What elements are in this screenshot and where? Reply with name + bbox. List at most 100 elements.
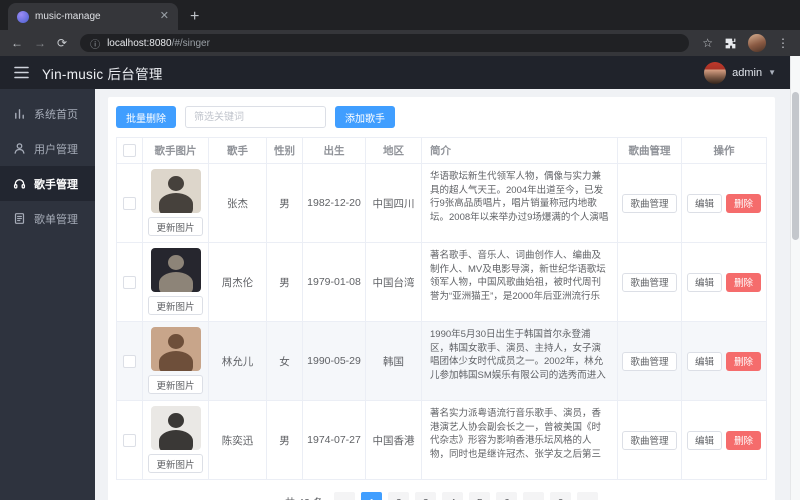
- row-checkbox[interactable]: [123, 275, 136, 289]
- user-icon: [14, 143, 25, 154]
- page-button-5[interactable]: 5: [469, 492, 491, 500]
- header-photo: 歌手图片: [143, 138, 209, 163]
- sidebar-item-singers[interactable]: 歌手管理: [0, 166, 95, 201]
- update-image-button[interactable]: 更新图片: [148, 375, 203, 394]
- page-button-2[interactable]: 2: [388, 492, 410, 500]
- chevron-left-icon: ‹: [343, 495, 347, 500]
- extensions-icon[interactable]: [724, 37, 737, 50]
- headset-icon: [13, 179, 26, 189]
- song-manage-button[interactable]: 歌曲管理: [622, 193, 677, 213]
- sidebar-item-label: 系统首页: [34, 108, 78, 121]
- browser-menu-icon[interactable]: ⋮: [777, 37, 789, 49]
- header-name: 歌手: [209, 138, 267, 163]
- page-button-3[interactable]: 3: [415, 492, 437, 500]
- batch-delete-button[interactable]: 批量删除: [116, 106, 176, 128]
- delete-button[interactable]: 删除: [726, 430, 762, 450]
- singer-birth: 1974-07-27: [303, 401, 366, 479]
- tab-close-icon[interactable]: ✕: [160, 11, 169, 22]
- browser-tab[interactable]: music-manage ✕: [8, 3, 178, 30]
- song-manage-button[interactable]: 歌曲管理: [622, 430, 677, 450]
- delete-button[interactable]: 删除: [726, 193, 762, 213]
- prev-page-button[interactable]: ‹: [334, 492, 356, 500]
- singer-name: 张杰: [209, 164, 267, 242]
- singer-birth: 1990-05-29: [303, 322, 366, 400]
- sidebar-item-home[interactable]: 系统首页: [0, 96, 95, 131]
- delete-button[interactable]: 删除: [726, 272, 762, 292]
- singer-name: 陈奕迅: [209, 401, 267, 479]
- header-gender: 性别: [267, 138, 303, 163]
- singer-region: 中国四川: [366, 164, 422, 242]
- add-singer-button[interactable]: 添加歌手: [335, 106, 395, 128]
- singer-name: 周杰伦: [209, 243, 267, 321]
- header-ops: 操作: [682, 138, 766, 163]
- reload-icon[interactable]: ⟳: [57, 37, 67, 49]
- row-checkbox[interactable]: [123, 354, 136, 368]
- singer-card: 批量删除 添加歌手 歌手图片 歌手 性别 出生 地区 简介: [108, 97, 775, 500]
- sidebar-item-playlists[interactable]: 歌单管理: [0, 201, 95, 236]
- sidebar-item-label: 用户管理: [34, 143, 78, 156]
- singer-name: 林允儿: [209, 322, 267, 400]
- singer-intro: 华语歌坛新生代领军人物，偶像与实力兼具的超人气天王。2004年出道至今，已发行9…: [430, 171, 609, 223]
- table-row: 更新图片 陈奕迅 男 1974-07-27 中国香港 著名实力派粤语流行音乐歌手…: [117, 401, 766, 479]
- edit-button[interactable]: 编辑: [686, 430, 722, 450]
- more-pages-button[interactable]: •••: [523, 492, 545, 500]
- select-all-checkbox[interactable]: [123, 144, 136, 157]
- table-row: 更新图片 张杰 男 1982-12-20 中国四川 华语歌坛新生代领军人物，偶像…: [117, 164, 766, 243]
- singer-photo: [150, 406, 201, 450]
- bookmark-star-icon[interactable]: ☆: [702, 37, 713, 49]
- chevron-down-icon: ▼: [768, 68, 776, 77]
- scrollbar-thumb[interactable]: [792, 92, 799, 240]
- new-tab-button[interactable]: +: [190, 9, 199, 25]
- update-image-button[interactable]: 更新图片: [148, 296, 203, 315]
- singer-intro: 1990年5月30日出生于韩国首尔永登浦区，韩国女歌手、演员、主持人，女子演唱团…: [430, 329, 606, 381]
- site-favicon: [17, 10, 29, 23]
- singer-photo: [150, 327, 201, 371]
- singer-birth: 1982-12-20: [303, 164, 366, 242]
- user-menu[interactable]: admin ▼: [704, 61, 776, 84]
- sidebar-item-users[interactable]: 用户管理: [0, 131, 95, 166]
- back-icon[interactable]: ←: [11, 37, 23, 49]
- pagination-total: 共 42 条: [285, 495, 324, 500]
- browser-profile-avatar[interactable]: [748, 34, 766, 52]
- app-header: Yin-music 后台管理 admin ▼: [0, 56, 790, 89]
- app-title: Yin-music 后台管理: [42, 66, 163, 82]
- search-input[interactable]: [185, 106, 326, 128]
- url-host: localhost:8080: [107, 37, 172, 49]
- url-bar[interactable]: ⓘ localhost:8080 /#/singer: [80, 34, 690, 52]
- singer-photo: [150, 169, 201, 213]
- singer-birth: 1979-01-08: [303, 243, 366, 321]
- singer-region: 中国香港: [366, 401, 422, 479]
- table-row: 更新图片 林允儿 女 1990-05-29 韩国 1990年5月30日出生于韩国…: [117, 322, 766, 401]
- singer-intro: 著名实力派粤语流行音乐歌手、演员，香港演艺人协会副会长之一，曾被美国《时代杂志》…: [430, 408, 602, 460]
- page-button-4[interactable]: 4: [442, 492, 464, 500]
- singer-photo: [150, 248, 201, 292]
- update-image-button[interactable]: 更新图片: [148, 454, 203, 473]
- browser-nav-bar: ← → ⟳ ⓘ localhost:8080 /#/singer ☆ ⋮: [0, 30, 800, 56]
- song-manage-button[interactable]: 歌曲管理: [622, 351, 677, 371]
- singer-gender: 女: [267, 322, 303, 400]
- song-manage-button[interactable]: 歌曲管理: [622, 272, 677, 292]
- edit-button[interactable]: 编辑: [686, 272, 722, 292]
- site-info-icon[interactable]: ⓘ: [90, 36, 100, 51]
- singer-region: 中国台湾: [366, 243, 422, 321]
- sidebar: 系统首页 用户管理 歌手管理 歌单管理: [0, 89, 95, 500]
- table-header-row: 歌手图片 歌手 性别 出生 地区 简介 歌曲管理 操作: [117, 138, 766, 164]
- hamburger-menu-icon[interactable]: [14, 66, 29, 79]
- delete-button[interactable]: 删除: [726, 351, 762, 371]
- main-content: 批量删除 添加歌手 歌手图片 歌手 性别 出生 地区 简介: [95, 89, 790, 500]
- row-checkbox[interactable]: [123, 196, 136, 210]
- bar-chart-icon: [15, 109, 24, 119]
- forward-icon[interactable]: →: [34, 37, 46, 49]
- user-avatar: [704, 61, 727, 84]
- edit-button[interactable]: 编辑: [686, 193, 722, 213]
- table-row: 更新图片 周杰伦 男 1979-01-08 中国台湾 著名歌手、音乐人、词曲创作…: [117, 243, 766, 322]
- page-scrollbar[interactable]: [790, 56, 800, 500]
- row-checkbox[interactable]: [123, 433, 136, 447]
- singer-table: 歌手图片 歌手 性别 出生 地区 简介 歌曲管理 操作 更新图片 张杰 男 19…: [116, 137, 767, 480]
- page-button-9[interactable]: 9: [550, 492, 572, 500]
- page-button-6[interactable]: 6: [496, 492, 518, 500]
- update-image-button[interactable]: 更新图片: [148, 217, 203, 236]
- next-page-button[interactable]: ›: [577, 492, 599, 500]
- page-button-1[interactable]: 1: [361, 492, 383, 500]
- edit-button[interactable]: 编辑: [686, 351, 722, 371]
